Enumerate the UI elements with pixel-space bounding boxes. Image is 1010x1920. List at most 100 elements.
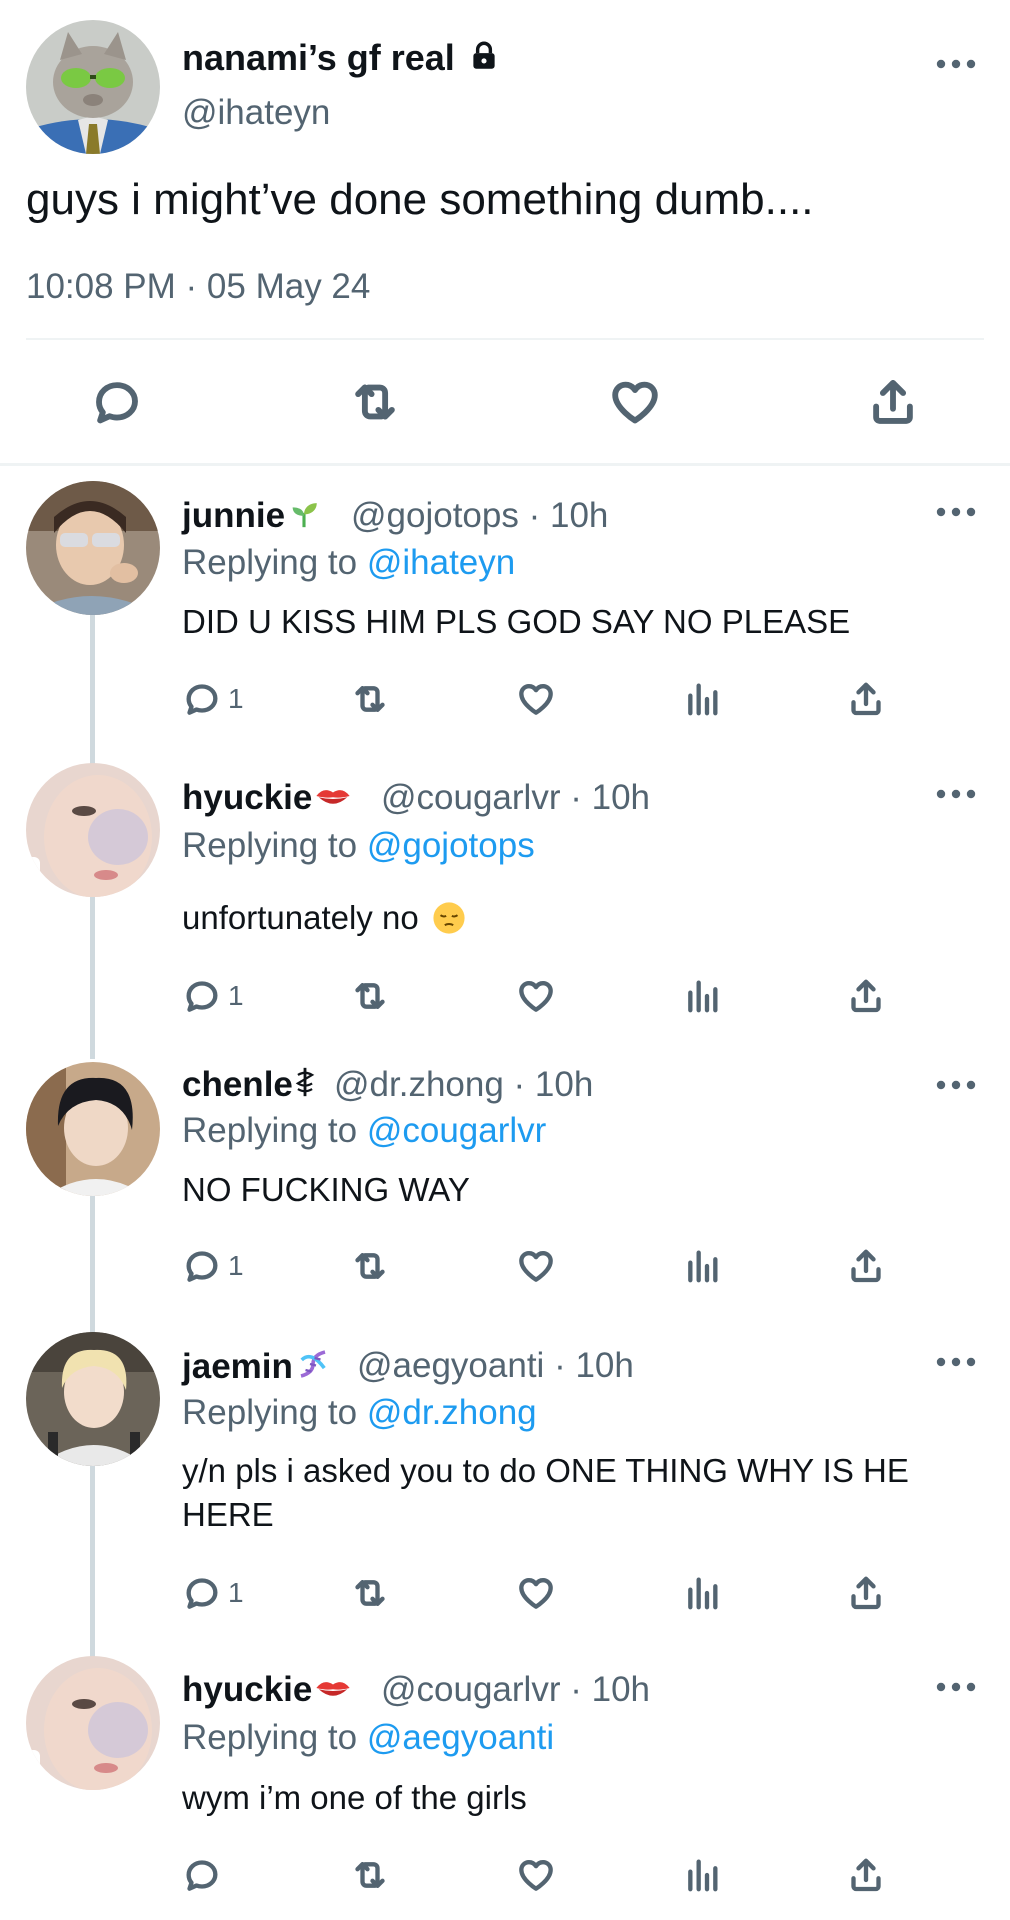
handle-time: @gojotops · 10h (351, 496, 608, 536)
retweet-button[interactable] (350, 976, 390, 1016)
display-name[interactable]: junnie (182, 496, 285, 535)
avatar[interactable] (26, 1332, 160, 1466)
share-button[interactable] (846, 1855, 886, 1895)
views-button[interactable] (682, 1573, 722, 1613)
reply-button[interactable] (182, 1855, 222, 1895)
reply-button[interactable]: 1 (182, 976, 244, 1016)
share-button[interactable] (846, 976, 886, 1016)
views-icon[interactable] (682, 1855, 722, 1895)
tweet-text: guys i might’ve done something dumb.... (26, 175, 814, 224)
share-icon[interactable] (846, 1855, 886, 1895)
like-icon[interactable] (516, 679, 556, 719)
views-button[interactable] (682, 976, 722, 1016)
views-button[interactable] (682, 679, 722, 719)
retweet-button[interactable] (350, 1246, 390, 1286)
like-icon[interactable] (608, 375, 662, 429)
retweet-icon[interactable] (350, 976, 390, 1016)
reply-text: NO FUCKING WAY (182, 1171, 470, 1208)
replying-to-link[interactable]: @gojotops (367, 826, 535, 865)
display-name-row: jaemin (182, 1346, 331, 1391)
display-name[interactable]: jaemin (182, 1347, 293, 1386)
replying-to: Replying to @cougarlvr (182, 1111, 547, 1150)
thread-line (90, 1466, 95, 1658)
retweet-button[interactable] (350, 1855, 390, 1895)
reply-count: 1 (228, 683, 244, 714)
more-options-icon[interactable] (934, 786, 978, 802)
retweet-icon[interactable] (348, 375, 402, 429)
share-button[interactable] (846, 1246, 886, 1286)
like-button[interactable] (516, 679, 556, 719)
like-button[interactable] (516, 1573, 556, 1613)
share-icon[interactable] (846, 1573, 886, 1613)
reply-icon[interactable] (182, 1855, 222, 1895)
views-icon[interactable] (682, 679, 722, 719)
retweet-button[interactable] (350, 679, 390, 719)
handle[interactable]: @dr.zhong (334, 1065, 504, 1104)
reply-count: 1 (228, 980, 244, 1011)
more-options-icon[interactable] (934, 56, 978, 72)
views-button[interactable] (682, 1855, 722, 1895)
handle[interactable]: @cougarlvr (381, 778, 560, 817)
kiss-mark-emoji (314, 780, 352, 820)
replying-to-link[interactable]: @dr.zhong (367, 1393, 537, 1432)
retweet-icon[interactable] (350, 1855, 390, 1895)
share-icon[interactable] (846, 976, 886, 1016)
like-button[interactable] (516, 976, 556, 1016)
thread-line (90, 897, 95, 1059)
like-icon[interactable] (516, 1855, 556, 1895)
handle-time: @dr.zhong · 10h (334, 1065, 593, 1105)
reply-icon[interactable] (182, 1246, 222, 1286)
display-name[interactable]: chenle (182, 1065, 293, 1104)
reply-icon[interactable] (182, 976, 222, 1016)
like-icon[interactable] (516, 976, 556, 1016)
display-name-row: chenle (182, 1065, 315, 1108)
handle[interactable]: @cougarlvr (381, 1670, 560, 1709)
like-button[interactable] (516, 1246, 556, 1286)
views-icon[interactable] (682, 1246, 722, 1286)
views-icon[interactable] (682, 1573, 722, 1613)
display-name[interactable]: hyuckie (182, 778, 312, 817)
replying-to: Replying to @ihateyn (182, 543, 516, 582)
display-name[interactable]: nanami’s gf real (182, 37, 455, 78)
replying-to-link[interactable]: @cougarlvr (367, 1111, 546, 1150)
share-button[interactable] (846, 1573, 886, 1613)
timestamp[interactable]: 10:08 PM · 05 May 24 (26, 267, 370, 307)
avatar[interactable] (26, 1656, 160, 1790)
retweet-icon[interactable] (350, 679, 390, 719)
avatar[interactable] (26, 763, 160, 897)
share-icon[interactable] (846, 1246, 886, 1286)
share-icon[interactable] (846, 679, 886, 719)
reply-button[interactable]: 1 (182, 1573, 244, 1613)
views-button[interactable] (682, 1246, 722, 1286)
reply-icon[interactable] (182, 1573, 222, 1613)
avatar[interactable] (26, 481, 160, 615)
handle[interactable]: @aegyoanti (357, 1346, 544, 1385)
reply-text: unfortunately no (182, 896, 962, 940)
avatar[interactable] (26, 1062, 160, 1196)
like-icon[interactable] (516, 1246, 556, 1286)
share-button[interactable] (846, 679, 886, 719)
main-tweet: nanami’s gf real @ihateyn guys i might’v… (0, 0, 1010, 465)
retweet-button[interactable] (350, 1573, 390, 1613)
reply-button[interactable]: 1 (182, 1246, 244, 1286)
display-name[interactable]: hyuckie (182, 1670, 312, 1709)
reply-button[interactable]: 1 (182, 679, 244, 719)
handle[interactable]: @gojotops (351, 496, 519, 535)
like-icon[interactable] (516, 1573, 556, 1613)
more-options-icon[interactable] (934, 1077, 978, 1093)
avatar[interactable] (26, 20, 160, 154)
replying-to-link[interactable]: @aegyoanti (367, 1718, 554, 1757)
views-icon[interactable] (682, 976, 722, 1016)
more-options-icon[interactable] (934, 1679, 978, 1695)
reply-icon[interactable] (182, 679, 222, 719)
retweet-icon[interactable] (350, 1573, 390, 1613)
replying-to-link[interactable]: @ihateyn (367, 543, 515, 582)
handle[interactable]: @ihateyn (182, 93, 330, 133)
divider (26, 338, 984, 340)
reply-icon[interactable] (90, 375, 144, 429)
share-icon[interactable] (866, 375, 920, 429)
like-button[interactable] (516, 1855, 556, 1895)
retweet-icon[interactable] (350, 1246, 390, 1286)
more-options-icon[interactable] (934, 1354, 978, 1370)
more-options-icon[interactable] (934, 504, 978, 520)
